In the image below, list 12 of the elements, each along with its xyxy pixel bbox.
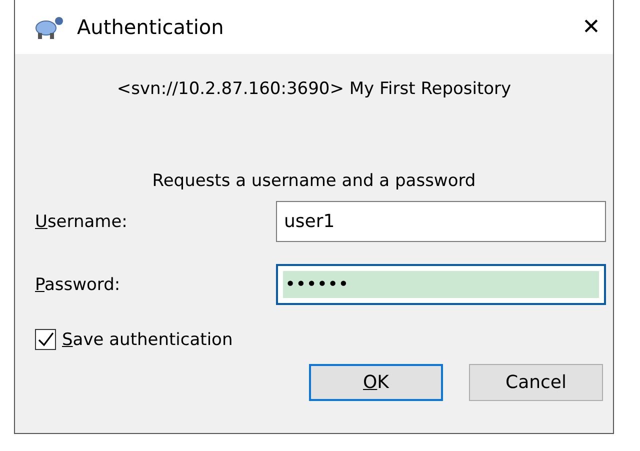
field-label: Username: <box>35 212 128 232</box>
cancel-button[interactable]: Cancel <box>469 364 603 401</box>
close-button[interactable]: ✕ <box>569 14 613 40</box>
field-label: Password: <box>35 274 122 294</box>
save-checkbox[interactable] <box>35 329 56 350</box>
input-field[interactable]: •••••• <box>276 264 606 305</box>
window-title: Authentication <box>77 15 225 39</box>
prompt-text: Requests a username and a password <box>151 171 477 191</box>
ok-button[interactable]: OK <box>309 364 443 401</box>
save-label: Save authentication <box>62 330 233 350</box>
repository-label: <svn://10.2.87.160:3690> My First Repository <box>116 79 512 99</box>
input-field[interactable]: user1 <box>276 201 606 242</box>
